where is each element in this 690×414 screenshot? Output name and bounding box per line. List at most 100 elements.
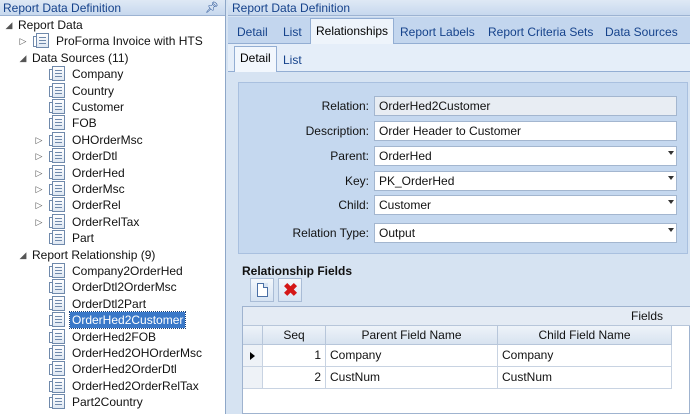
definition-pane: Report Data Definition Detail List Relat… (228, 0, 690, 414)
child-dropdown[interactable]: Customer (374, 195, 677, 215)
report-document-icon (49, 82, 65, 98)
tree-node[interactable]: ▷ OrderRelTax (0, 213, 225, 230)
tree-node[interactable]: ▷ OrderHed (0, 164, 225, 181)
chevron-down-icon[interactable] (668, 151, 674, 155)
tab-report-labels[interactable]: Report Labels (395, 20, 480, 44)
table-cell-child-field[interactable]: CustNum (498, 367, 672, 389)
left-pane-title-text: Report Data Definition (3, 1, 122, 15)
tree-node-label: FOB (72, 116, 97, 131)
table-cell-seq[interactable]: 1 (263, 345, 326, 367)
expand-triangle-icon[interactable]: ▷ (34, 165, 44, 181)
pin-icon[interactable]: 📌︎ (205, 0, 219, 16)
left-pane-title: Report Data Definition 📌︎ (0, 0, 225, 16)
column-header-seq[interactable]: Seq (263, 326, 326, 345)
relation-type-label: Relation Type: (292, 226, 370, 240)
table-cell-parent-field[interactable]: Company (326, 345, 498, 367)
new-field-button[interactable] (250, 278, 274, 302)
tree-node[interactable]: ◢ Report Data (0, 17, 225, 33)
report-document-icon (49, 148, 65, 164)
tree-node-label: Data Sources (11) (32, 50, 129, 65)
report-document-icon (49, 99, 65, 114)
chevron-down-icon[interactable] (668, 200, 674, 204)
current-row-arrow-icon (250, 352, 255, 360)
tree-node-label: OrderDtl (72, 149, 118, 164)
tree-node-label: Report Data (18, 18, 83, 32)
tree-node[interactable]: ◢ Report Relationship (9) (0, 247, 225, 263)
tree-node[interactable]: ▷ OrderRel (0, 197, 225, 213)
chevron-down-icon[interactable] (668, 176, 674, 180)
tab-data-sources[interactable]: Data Sources (600, 20, 683, 44)
tree-node-label: OrderHed2Customer (68, 311, 187, 330)
tree-node[interactable]: OrderHed2OHOrderMsc (0, 345, 225, 361)
tree-node[interactable]: OrderHed2Customer (0, 311, 225, 330)
expand-triangle-icon[interactable]: ▷ (34, 148, 44, 164)
tab-report-criteria-sets[interactable]: Report Criteria Sets (483, 20, 598, 44)
collapse-triangle-icon[interactable]: ◢ (18, 50, 28, 66)
report-document-icon (49, 213, 65, 229)
expand-triangle-icon[interactable]: ▷ (34, 214, 44, 230)
report-document-icon (49, 263, 65, 278)
tab-list[interactable]: List (278, 20, 307, 44)
subtab-detail[interactable]: Detail (234, 46, 277, 72)
tree-node-label: Part (72, 231, 95, 246)
tree-node[interactable]: OrderDtl2Part (0, 295, 225, 312)
tree-node[interactable]: Customer (0, 99, 225, 115)
child-value: Customer (379, 198, 432, 212)
description-value: Order Header to Customer (379, 124, 522, 138)
tree-node-label: OrderHed2OHOrderMsc (72, 346, 203, 360)
tree-node-label: OrderRelTax (72, 214, 140, 229)
expand-triangle-icon[interactable]: ▷ (34, 181, 44, 197)
delete-x-icon: ✖ (283, 280, 299, 300)
collapse-triangle-icon[interactable]: ◢ (4, 17, 14, 33)
tree-node[interactable]: ▷ ProForma Invoice with HTS (0, 33, 225, 49)
tab-detail[interactable]: Detail (232, 20, 273, 44)
right-pane-title-text: Report Data Definition (232, 1, 351, 15)
tree-node[interactable]: Country (0, 82, 225, 99)
collapse-triangle-icon[interactable]: ◢ (18, 247, 28, 263)
tree-node[interactable]: OrderHed2FOB (0, 328, 225, 345)
tree-node[interactable]: OrderDtl2OrderMsc (0, 279, 225, 295)
tree-node[interactable]: Part2Country (0, 394, 225, 410)
tree-node[interactable]: ▷ OrderDtl (0, 148, 225, 164)
tree-node[interactable]: Company (0, 66, 225, 82)
tree-node[interactable]: Part (0, 230, 225, 246)
expand-triangle-icon[interactable]: ▷ (34, 132, 44, 148)
report-document-icon (49, 328, 65, 344)
column-header-child-field-name[interactable]: Child Field Name (498, 326, 672, 345)
expand-triangle-icon[interactable]: ▷ (18, 33, 28, 49)
relation-field[interactable]: OrderHed2Customer (374, 96, 677, 116)
child-label: Child: (338, 198, 369, 212)
tree-node[interactable]: Company2OrderHed (0, 263, 225, 279)
subtab-list[interactable]: List (278, 49, 307, 71)
row-indicator[interactable] (243, 345, 263, 367)
delete-field-button[interactable]: ✖ (278, 278, 302, 302)
column-header-parent-field-name[interactable]: Parent Field Name (326, 326, 498, 345)
tree-node-label: Report Relationship (9) (32, 247, 156, 262)
tree-node[interactable]: FOB (0, 115, 225, 131)
relation-type-dropdown[interactable]: Output (374, 223, 677, 243)
table-cell-parent-field[interactable]: CustNum (326, 367, 498, 389)
key-dropdown[interactable]: PK_OrderHed (374, 171, 677, 191)
report-document-icon (49, 230, 65, 246)
tree-node[interactable]: ◢ Data Sources (11) (0, 50, 225, 66)
tree-node-label: Country (72, 83, 115, 98)
parent-dropdown[interactable]: OrderHed (374, 146, 677, 166)
row-indicator[interactable] (243, 367, 263, 389)
table-cell-child-field[interactable]: Company (498, 345, 672, 367)
tree-node[interactable]: ▷ OHOrderMsc (0, 131, 225, 148)
report-document-icon (49, 66, 65, 82)
report-document-icon (49, 312, 65, 328)
tree-node[interactable]: OrderHed2OrderRelTax (0, 377, 225, 394)
tab-relationships[interactable]: Relationships (310, 18, 395, 45)
row-indicator-header (243, 326, 263, 345)
main-tab-strip: Detail List Relationships Report Labels … (228, 17, 690, 45)
new-document-icon (257, 283, 268, 297)
chevron-down-icon[interactable] (668, 228, 674, 232)
tree-node[interactable]: ▷ OrderMsc (0, 181, 225, 197)
table-cell-seq[interactable]: 2 (263, 367, 326, 389)
expand-triangle-icon[interactable]: ▷ (34, 197, 44, 213)
description-field[interactable]: Order Header to Customer (374, 121, 677, 141)
tree-node[interactable]: OrderHed2OrderDtl (0, 361, 225, 377)
relationship-detail-form: Relation: OrderHed2Customer Description:… (238, 82, 688, 254)
tree-node-label: ProForma Invoice with HTS (56, 34, 203, 49)
